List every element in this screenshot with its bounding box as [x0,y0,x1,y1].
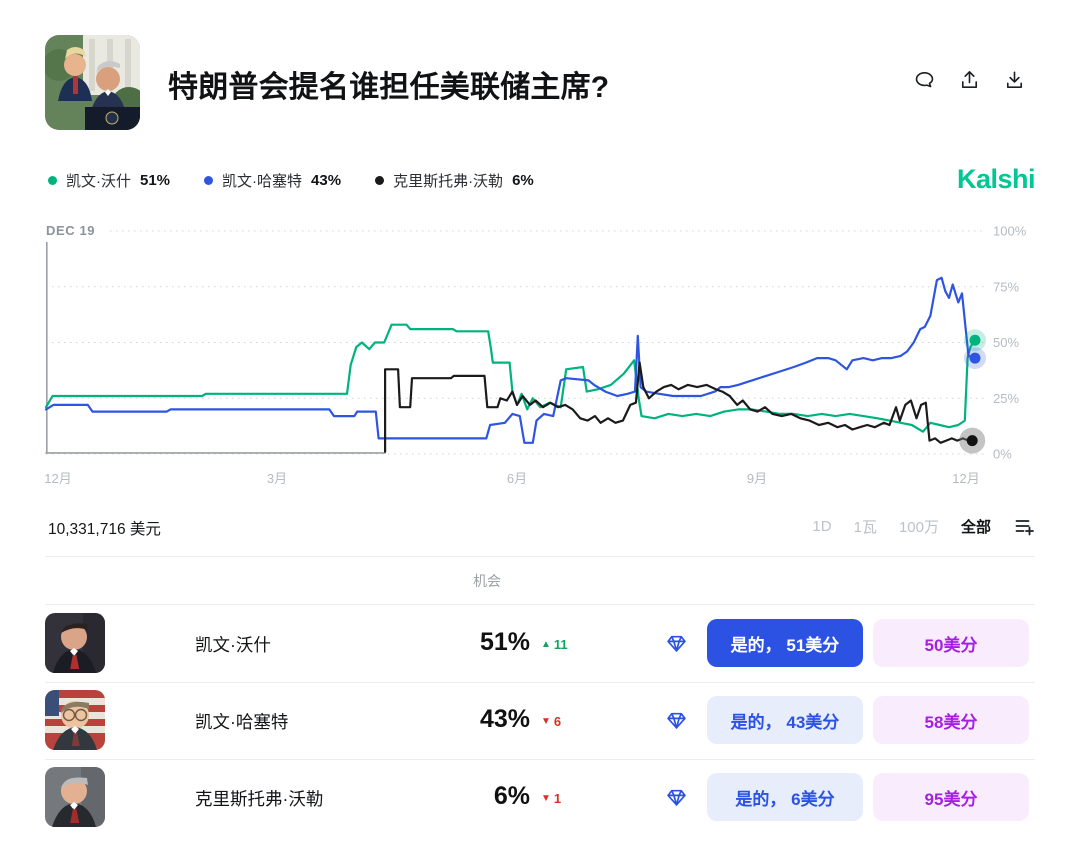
y-tick: 100% [993,224,1027,239]
down-arrow-icon: ▼ [541,716,551,727]
kalshi-logo[interactable]: Kalshi [957,164,1035,195]
chart-legend: 凯文·沃什 51% 凯文·哈塞特 43% 克里斯托弗·沃勒 6% [48,170,534,191]
x-tick: 6月 [507,471,527,486]
change-badge: ▼ 6 [541,714,561,729]
buy-no-button[interactable]: 58美分 [873,696,1029,744]
legend-dot-1 [204,176,213,185]
volume-total: 10,331,716 美元 [48,517,161,539]
comment-icon[interactable] [912,68,936,92]
gem-icon[interactable] [666,633,687,654]
legend-dot-2 [375,176,384,185]
chart-canvas[interactable]: DEC 19 100% 75% 50% 25% 0% 12月 3月 6月 9月 … [0,222,1080,497]
outcome-row-warsh[interactable]: 凯文·沃什 51% ▲ 11 是的， 51美分 50美分 [0,605,1080,682]
range-1w[interactable]: 1瓦 [854,516,877,537]
market-page: 特朗普会提名谁担任美联储主席? 凯文·沃什 51% [0,0,1080,858]
outcome-name: 凯文·沃什 [195,632,271,657]
divider [45,556,1035,557]
x-tick: 9月 [747,471,767,486]
outcome-percent: 6% [390,782,530,811]
buy-yes-button[interactable]: 是的， 51美分 [707,619,863,667]
legend-item-hassett[interactable]: 凯文·哈塞特 43% [204,170,341,191]
y-tick: 75% [993,279,1019,294]
outcome-percent: 43% [390,705,530,734]
change-badge: ▼ 1 [541,791,561,806]
legend-value: 51% [140,172,170,189]
event-image-art [45,35,140,130]
y-tick: 25% [993,391,1019,406]
time-range-selector: 1D 1瓦 100万 全部 [812,515,1035,537]
legend-value: 6% [512,172,534,189]
avatar-waller [45,767,105,827]
buy-no-button[interactable]: 95美分 [873,773,1029,821]
chart-annotation-label: DEC 19 [46,223,95,238]
outcome-row-waller[interactable]: 克里斯托弗·沃勒 6% ▼ 1 是的， 6美分 95美分 [0,759,1080,836]
price-chart[interactable]: DEC 19 100% 75% 50% 25% 0% 12月 3月 6月 9月 … [0,222,1080,497]
outcome-percent: 51% [390,628,530,657]
avatar-warsh [45,613,105,673]
outcome-row-hassett[interactable]: 凯文·哈塞特 43% ▼ 6 是的， 43美分 58美分 [0,682,1080,759]
x-tick: 12月 [952,471,979,486]
gem-icon[interactable] [666,787,687,808]
playlist-add-icon[interactable] [1013,515,1035,537]
header-actions [912,68,1026,92]
legend-label: 凯文·哈塞特 [222,170,302,191]
change-value: 1 [554,791,561,806]
buy-yes-button[interactable]: 是的， 6美分 [707,773,863,821]
y-tick: 0% [993,447,1012,462]
legend-label: 凯文·沃什 [66,170,131,191]
share-icon[interactable] [957,68,981,92]
change-badge: ▲ 11 [541,637,568,652]
legend-item-warsh[interactable]: 凯文·沃什 51% [48,170,170,191]
x-tick: 3月 [267,471,287,486]
download-icon[interactable] [1002,68,1026,92]
legend-value: 43% [311,172,341,189]
series-lines [46,278,986,454]
legend-label: 克里斯托弗·沃勒 [393,170,503,191]
up-arrow-icon: ▲ [541,639,551,650]
legend-dot-0 [48,176,57,185]
range-1d[interactable]: 1D [812,518,831,535]
gem-icon[interactable] [666,710,687,731]
range-1m[interactable]: 100万 [899,516,939,537]
outcome-name: 克里斯托弗·沃勒 [195,786,323,811]
y-tick: 50% [993,335,1019,350]
outcome-name: 凯文·哈塞特 [195,709,288,734]
down-arrow-icon: ▼ [541,793,551,804]
legend-item-waller[interactable]: 克里斯托弗·沃勒 6% [375,170,534,191]
column-header-chance: 机会 [445,571,529,591]
x-tick: 12月 [44,471,71,486]
avatar-hassett [45,690,105,750]
buy-no-button[interactable]: 50美分 [873,619,1029,667]
change-value: 11 [554,637,568,652]
buy-yes-button[interactable]: 是的， 43美分 [707,696,863,744]
range-all[interactable]: 全部 [961,516,991,537]
change-value: 6 [554,714,561,729]
page-title: 特朗普会提名谁担任美联储主席? [168,62,609,106]
event-image [45,35,140,130]
